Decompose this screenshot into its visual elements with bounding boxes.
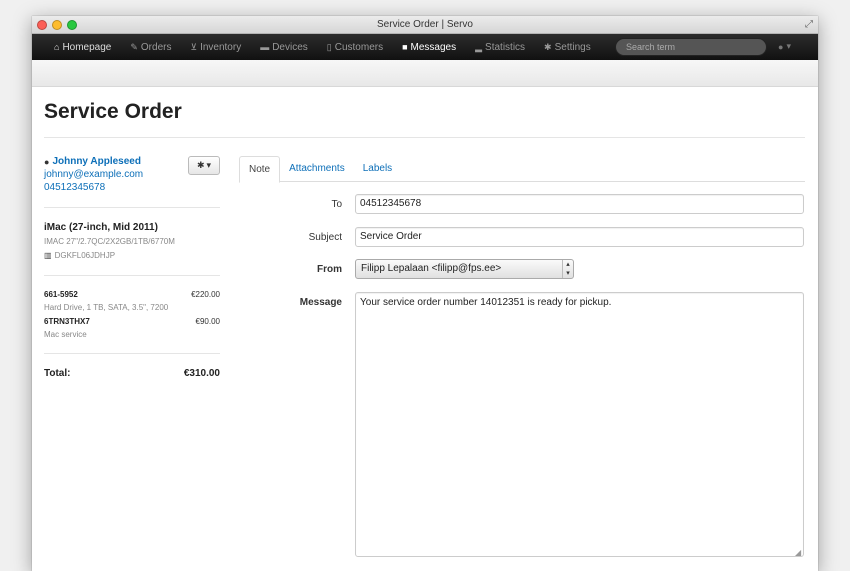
browser-window: Service Order | Servo ⤢ ⌂ Homepage ✎ Ord… [32, 16, 818, 571]
parts-list: 661-5952 €220.00 Hard Drive, 1 TB, SATA,… [44, 290, 220, 339]
nav-customers[interactable]: ▯ Customers [327, 42, 383, 53]
total-row: Total: €310.00 [44, 368, 220, 379]
device-serial: ▥ DGKFL06JDHJP [44, 251, 220, 260]
title-bar: Service Order | Servo ⤢ [32, 16, 818, 34]
user-icon: ● [778, 41, 784, 52]
part-code: 661-5952 [44, 290, 78, 299]
window-title: Service Order | Servo [377, 19, 473, 30]
book-icon: ▯ [326, 41, 332, 52]
nav-devices[interactable]: ▬ Devices [260, 42, 308, 53]
from-label: From [317, 264, 342, 275]
sub-toolbar [32, 60, 818, 87]
window-controls [37, 20, 77, 30]
part-description: Hard Drive, 1 TB, SATA, 3.5", 7200 [44, 303, 169, 312]
nav-label: Devices [272, 41, 308, 53]
note-tabs: Note Attachments Labels [239, 156, 805, 183]
nav-statistics[interactable]: ▂ Statistics [475, 42, 525, 53]
device-name: iMac (27-inch, Mid 2011) [44, 222, 158, 233]
part-description: Mac service [44, 330, 87, 339]
zoom-window-button[interactable] [67, 20, 77, 30]
total-value: €310.00 [183, 368, 220, 379]
nav-homepage[interactable]: ⌂ Homepage [54, 42, 111, 53]
nav-label: Messages [410, 41, 457, 53]
divider [44, 275, 220, 276]
user-menu[interactable]: ● ▾ [778, 41, 791, 52]
nav-settings[interactable]: ✱ Settings [544, 42, 591, 53]
customer-actions-button[interactable]: ✱ ▾ [188, 156, 220, 175]
user-icon: ● [44, 156, 50, 167]
message-label: Message [299, 297, 342, 308]
search-input[interactable] [615, 38, 767, 56]
top-navbar: ⌂ Homepage ✎ Orders ⊻ Inventory ▬ Device… [32, 34, 818, 60]
part-row: 6TRN3THX7 €90.00 [44, 317, 220, 326]
signal-icon: ▂ [475, 41, 483, 52]
nav-label: Settings [554, 41, 591, 53]
serial-number: DGKFL06JDHJP [54, 251, 116, 260]
chevron-down-icon: ▾ [206, 160, 212, 170]
divider [44, 137, 805, 138]
subject-field[interactable]: Service Order [355, 227, 804, 247]
device-spec: IMAC 27"/2.7QC/2X2GB/1TB/6770M [44, 237, 175, 246]
nav-label: Statistics [485, 41, 526, 53]
nav-label: Inventory [200, 41, 242, 53]
nav-messages[interactable]: ■ Messages [402, 42, 456, 53]
nav-label: Homepage [62, 41, 112, 53]
tab-labels[interactable]: Labels [354, 156, 401, 181]
total-label: Total: [44, 368, 71, 379]
message-textarea[interactable]: Your service order number 14012351 is re… [355, 292, 804, 557]
customer-phone[interactable]: 04512345678 [44, 182, 220, 193]
comment-icon: ■ [402, 42, 408, 52]
device-icon: ▬ [260, 42, 270, 52]
divider [44, 207, 220, 208]
home-icon: ⌂ [54, 42, 60, 52]
fullscreen-icon[interactable]: ⤢ [805, 19, 813, 31]
nav-inventory[interactable]: ⊻ Inventory [190, 42, 241, 53]
wrench-icon: ✎ [130, 41, 138, 52]
barcode-icon: ▥ [44, 251, 52, 260]
cart-icon: ⊻ [190, 41, 198, 52]
part-price: €220.00 [191, 290, 220, 299]
tab-attachments[interactable]: Attachments [280, 156, 354, 181]
nav-label: Orders [140, 41, 172, 53]
to-field[interactable]: 04512345678 [355, 194, 804, 214]
divider [44, 353, 220, 354]
device-info: iMac (27-inch, Mid 2011) IMAC 27"/2.7QC/… [44, 222, 220, 260]
part-price: €90.00 [195, 317, 220, 326]
select-arrows-icon: ▴ ▾ [562, 260, 573, 278]
part-row: 661-5952 €220.00 [44, 290, 220, 299]
gear-icon: ✱ [544, 41, 552, 52]
nav-orders[interactable]: ✎ Orders [130, 42, 171, 53]
order-sidebar: ● Johnny Appleseed johnny@example.com 04… [44, 156, 220, 379]
part-code: 6TRN3THX7 [44, 317, 90, 326]
from-selected-value: Filipp Lepalaan <filipp@fps.ee> [361, 263, 502, 274]
subject-label: Subject [308, 232, 342, 243]
minimize-window-button[interactable] [52, 20, 62, 30]
tab-note[interactable]: Note [239, 156, 281, 183]
close-window-button[interactable] [37, 20, 47, 30]
chevron-down-icon: ▾ [786, 41, 791, 51]
nav-label: Customers [334, 41, 384, 53]
page-title: Service Order [44, 100, 182, 123]
from-select[interactable]: Filipp Lepalaan <filipp@fps.ee> ▴ ▾ [355, 259, 574, 279]
gear-icon: ✱ [196, 160, 205, 170]
customer-name: Johnny Appleseed [52, 156, 141, 167]
resize-handle-icon[interactable]: ◢ [795, 548, 801, 557]
to-label: To [331, 199, 342, 210]
